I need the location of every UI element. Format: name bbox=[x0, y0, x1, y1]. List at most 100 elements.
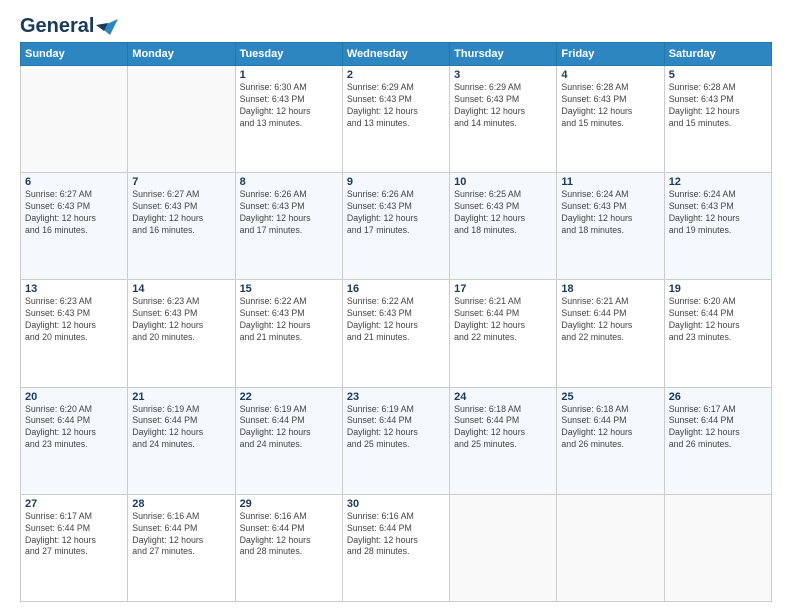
calendar-cell: 28Sunrise: 6:16 AMSunset: 6:44 PMDayligh… bbox=[128, 494, 235, 601]
day-info: Sunrise: 6:16 AMSunset: 6:44 PMDaylight:… bbox=[132, 511, 230, 559]
day-info: Sunrise: 6:29 AMSunset: 6:43 PMDaylight:… bbox=[454, 82, 552, 130]
day-number: 2 bbox=[347, 69, 445, 81]
logo-general: General bbox=[20, 15, 94, 38]
day-number: 30 bbox=[347, 498, 445, 510]
day-info: Sunrise: 6:16 AMSunset: 6:44 PMDaylight:… bbox=[347, 511, 445, 559]
day-number: 12 bbox=[669, 176, 767, 188]
weekday-header-wednesday: Wednesday bbox=[342, 43, 449, 66]
calendar-cell: 13Sunrise: 6:23 AMSunset: 6:43 PMDayligh… bbox=[21, 280, 128, 387]
calendar-cell: 19Sunrise: 6:20 AMSunset: 6:44 PMDayligh… bbox=[664, 280, 771, 387]
calendar-cell bbox=[557, 494, 664, 601]
day-info: Sunrise: 6:17 AMSunset: 6:44 PMDaylight:… bbox=[25, 511, 123, 559]
day-number: 23 bbox=[347, 391, 445, 403]
calendar-cell: 9Sunrise: 6:26 AMSunset: 6:43 PMDaylight… bbox=[342, 173, 449, 280]
day-info: Sunrise: 6:30 AMSunset: 6:43 PMDaylight:… bbox=[240, 82, 338, 130]
weekday-header-sunday: Sunday bbox=[21, 43, 128, 66]
calendar-cell: 15Sunrise: 6:22 AMSunset: 6:43 PMDayligh… bbox=[235, 280, 342, 387]
day-info: Sunrise: 6:24 AMSunset: 6:43 PMDaylight:… bbox=[561, 189, 659, 237]
header: General bbox=[20, 15, 772, 34]
day-number: 27 bbox=[25, 498, 123, 510]
day-number: 16 bbox=[347, 283, 445, 295]
day-info: Sunrise: 6:20 AMSunset: 6:44 PMDaylight:… bbox=[25, 404, 123, 452]
day-info: Sunrise: 6:24 AMSunset: 6:43 PMDaylight:… bbox=[669, 189, 767, 237]
weekday-header-thursday: Thursday bbox=[450, 43, 557, 66]
day-number: 24 bbox=[454, 391, 552, 403]
weekday-header-monday: Monday bbox=[128, 43, 235, 66]
day-number: 5 bbox=[669, 69, 767, 81]
day-info: Sunrise: 6:26 AMSunset: 6:43 PMDaylight:… bbox=[347, 189, 445, 237]
logo: General bbox=[20, 15, 118, 34]
day-number: 13 bbox=[25, 283, 123, 295]
day-info: Sunrise: 6:22 AMSunset: 6:43 PMDaylight:… bbox=[240, 296, 338, 344]
calendar-cell bbox=[664, 494, 771, 601]
day-info: Sunrise: 6:28 AMSunset: 6:43 PMDaylight:… bbox=[561, 82, 659, 130]
calendar-cell: 22Sunrise: 6:19 AMSunset: 6:44 PMDayligh… bbox=[235, 387, 342, 494]
day-info: Sunrise: 6:23 AMSunset: 6:43 PMDaylight:… bbox=[25, 296, 123, 344]
day-number: 15 bbox=[240, 283, 338, 295]
calendar-cell: 7Sunrise: 6:27 AMSunset: 6:43 PMDaylight… bbox=[128, 173, 235, 280]
day-number: 26 bbox=[669, 391, 767, 403]
day-info: Sunrise: 6:19 AMSunset: 6:44 PMDaylight:… bbox=[132, 404, 230, 452]
day-number: 28 bbox=[132, 498, 230, 510]
weekday-header-saturday: Saturday bbox=[664, 43, 771, 66]
weekday-header-tuesday: Tuesday bbox=[235, 43, 342, 66]
calendar-cell: 12Sunrise: 6:24 AMSunset: 6:43 PMDayligh… bbox=[664, 173, 771, 280]
day-info: Sunrise: 6:19 AMSunset: 6:44 PMDaylight:… bbox=[240, 404, 338, 452]
day-number: 20 bbox=[25, 391, 123, 403]
day-info: Sunrise: 6:28 AMSunset: 6:43 PMDaylight:… bbox=[669, 82, 767, 130]
calendar-row-4: 27Sunrise: 6:17 AMSunset: 6:44 PMDayligh… bbox=[21, 494, 772, 601]
calendar-cell bbox=[450, 494, 557, 601]
day-number: 6 bbox=[25, 176, 123, 188]
calendar-cell: 10Sunrise: 6:25 AMSunset: 6:43 PMDayligh… bbox=[450, 173, 557, 280]
day-info: Sunrise: 6:25 AMSunset: 6:43 PMDaylight:… bbox=[454, 189, 552, 237]
page: General SundayMondayTuesdayWednesdayThur… bbox=[0, 0, 792, 612]
calendar-cell: 14Sunrise: 6:23 AMSunset: 6:43 PMDayligh… bbox=[128, 280, 235, 387]
day-number: 7 bbox=[132, 176, 230, 188]
day-info: Sunrise: 6:27 AMSunset: 6:43 PMDaylight:… bbox=[25, 189, 123, 237]
day-number: 17 bbox=[454, 283, 552, 295]
calendar-cell: 27Sunrise: 6:17 AMSunset: 6:44 PMDayligh… bbox=[21, 494, 128, 601]
calendar-row-2: 13Sunrise: 6:23 AMSunset: 6:43 PMDayligh… bbox=[21, 280, 772, 387]
day-number: 10 bbox=[454, 176, 552, 188]
day-number: 22 bbox=[240, 391, 338, 403]
calendar-cell: 24Sunrise: 6:18 AMSunset: 6:44 PMDayligh… bbox=[450, 387, 557, 494]
calendar-cell: 30Sunrise: 6:16 AMSunset: 6:44 PMDayligh… bbox=[342, 494, 449, 601]
day-info: Sunrise: 6:21 AMSunset: 6:44 PMDaylight:… bbox=[454, 296, 552, 344]
day-number: 3 bbox=[454, 69, 552, 81]
day-info: Sunrise: 6:23 AMSunset: 6:43 PMDaylight:… bbox=[132, 296, 230, 344]
calendar-cell: 20Sunrise: 6:20 AMSunset: 6:44 PMDayligh… bbox=[21, 387, 128, 494]
calendar-cell: 4Sunrise: 6:28 AMSunset: 6:43 PMDaylight… bbox=[557, 66, 664, 173]
calendar-cell: 25Sunrise: 6:18 AMSunset: 6:44 PMDayligh… bbox=[557, 387, 664, 494]
day-number: 4 bbox=[561, 69, 659, 81]
calendar-row-1: 6Sunrise: 6:27 AMSunset: 6:43 PMDaylight… bbox=[21, 173, 772, 280]
calendar-cell: 18Sunrise: 6:21 AMSunset: 6:44 PMDayligh… bbox=[557, 280, 664, 387]
calendar-cell: 11Sunrise: 6:24 AMSunset: 6:43 PMDayligh… bbox=[557, 173, 664, 280]
calendar-cell: 16Sunrise: 6:22 AMSunset: 6:43 PMDayligh… bbox=[342, 280, 449, 387]
day-info: Sunrise: 6:21 AMSunset: 6:44 PMDaylight:… bbox=[561, 296, 659, 344]
calendar-table: SundayMondayTuesdayWednesdayThursdayFrid… bbox=[20, 42, 772, 602]
day-info: Sunrise: 6:17 AMSunset: 6:44 PMDaylight:… bbox=[669, 404, 767, 452]
day-number: 14 bbox=[132, 283, 230, 295]
day-number: 25 bbox=[561, 391, 659, 403]
day-number: 21 bbox=[132, 391, 230, 403]
day-number: 18 bbox=[561, 283, 659, 295]
weekday-header-friday: Friday bbox=[557, 43, 664, 66]
weekday-header-row: SundayMondayTuesdayWednesdayThursdayFrid… bbox=[21, 43, 772, 66]
calendar-cell: 6Sunrise: 6:27 AMSunset: 6:43 PMDaylight… bbox=[21, 173, 128, 280]
calendar-cell: 17Sunrise: 6:21 AMSunset: 6:44 PMDayligh… bbox=[450, 280, 557, 387]
calendar-cell bbox=[128, 66, 235, 173]
day-info: Sunrise: 6:19 AMSunset: 6:44 PMDaylight:… bbox=[347, 404, 445, 452]
calendar-cell bbox=[21, 66, 128, 173]
day-info: Sunrise: 6:16 AMSunset: 6:44 PMDaylight:… bbox=[240, 511, 338, 559]
day-number: 29 bbox=[240, 498, 338, 510]
calendar-row-0: 1Sunrise: 6:30 AMSunset: 6:43 PMDaylight… bbox=[21, 66, 772, 173]
calendar-cell: 5Sunrise: 6:28 AMSunset: 6:43 PMDaylight… bbox=[664, 66, 771, 173]
calendar-cell: 26Sunrise: 6:17 AMSunset: 6:44 PMDayligh… bbox=[664, 387, 771, 494]
calendar-cell: 2Sunrise: 6:29 AMSunset: 6:43 PMDaylight… bbox=[342, 66, 449, 173]
calendar-cell: 29Sunrise: 6:16 AMSunset: 6:44 PMDayligh… bbox=[235, 494, 342, 601]
calendar-cell: 21Sunrise: 6:19 AMSunset: 6:44 PMDayligh… bbox=[128, 387, 235, 494]
day-info: Sunrise: 6:18 AMSunset: 6:44 PMDaylight:… bbox=[561, 404, 659, 452]
day-info: Sunrise: 6:27 AMSunset: 6:43 PMDaylight:… bbox=[132, 189, 230, 237]
calendar-cell: 1Sunrise: 6:30 AMSunset: 6:43 PMDaylight… bbox=[235, 66, 342, 173]
day-info: Sunrise: 6:18 AMSunset: 6:44 PMDaylight:… bbox=[454, 404, 552, 452]
